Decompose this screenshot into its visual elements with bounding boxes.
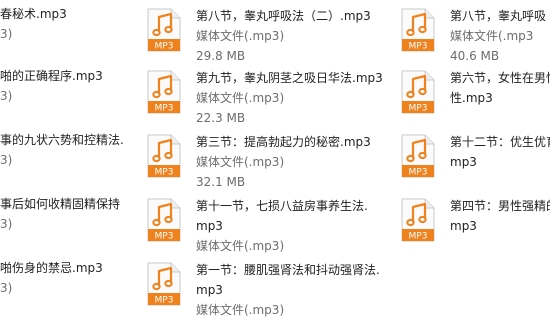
file-name: 第三节：提高勃起力的秘密.mp3 bbox=[196, 135, 371, 149]
mp3-file-icon: MP3 bbox=[146, 8, 182, 52]
file-name: 啪伤身的禁忌.mp3 bbox=[0, 261, 103, 275]
file-name: 第八节，睾丸呼吸 bbox=[450, 9, 547, 23]
svg-text:MP3: MP3 bbox=[409, 104, 428, 114]
svg-text:MP3: MP3 bbox=[409, 42, 428, 52]
mp3-file-icon: MP3 bbox=[400, 8, 436, 52]
file-size: 22.3 MB bbox=[196, 111, 246, 125]
file-name: 春秘术.mp3 bbox=[0, 7, 67, 21]
file-type: 媒体文件(.mp3) bbox=[196, 303, 285, 317]
file-type: 媒体文件(.mp3) bbox=[196, 91, 285, 105]
file-item[interactable]: MP3 第八节，睾丸呼吸法（二）.mp3 媒体文件(.mp3) 29.8 MB bbox=[146, 0, 396, 63]
file-item[interactable]: MP3 第一节：腰肌强肾法和抖动强肾法. mp3 媒体文件(.mp3) bbox=[146, 254, 396, 317]
file-type: 媒体文件(.mp3 bbox=[450, 29, 534, 43]
file-item[interactable]: MP3 第四节：男性强精的 mp3 bbox=[400, 190, 550, 248]
file-name-continued: mp3 bbox=[196, 283, 223, 297]
file-item[interactable]: 事后如何收精固精保持 3) bbox=[0, 190, 140, 248]
file-name: 第十二节：优生优育 bbox=[450, 135, 550, 149]
svg-text:MP3: MP3 bbox=[155, 232, 174, 242]
file-item[interactable]: MP3 第八节，睾丸呼吸 媒体文件(.mp3 40.6 MB bbox=[400, 0, 550, 63]
file-type-partial: 3) bbox=[0, 281, 13, 295]
mp3-file-icon: MP3 bbox=[146, 134, 182, 178]
file-item[interactable]: 春秘术.mp3 3) bbox=[0, 0, 140, 58]
file-name: 第四节：男性强精的 bbox=[450, 199, 550, 213]
file-type: 媒体文件(.mp3) bbox=[196, 239, 285, 253]
file-name-continued: mp3 bbox=[450, 155, 477, 169]
file-item[interactable]: MP3 第九节，睾丸阴茎之吸日华法.mp3 媒体文件(.mp3) 22.3 MB bbox=[146, 62, 396, 125]
file-type-partial: 3) bbox=[0, 217, 13, 231]
svg-text:MP3: MP3 bbox=[155, 104, 174, 114]
file-item[interactable]: MP3 第三节：提高勃起力的秘密.mp3 媒体文件(.mp3) 32.1 MB bbox=[146, 126, 396, 189]
file-name: 啪的正确程序.mp3 bbox=[0, 69, 103, 83]
mp3-file-icon: MP3 bbox=[146, 262, 182, 306]
file-name-continued: 性.mp3 bbox=[450, 91, 493, 105]
mp3-file-icon: MP3 bbox=[400, 70, 436, 114]
file-type-partial: 3) bbox=[0, 89, 13, 103]
file-name: 第八节，睾丸呼吸法（二）.mp3 bbox=[196, 9, 371, 23]
file-name: 第六节，女性在男性 bbox=[450, 71, 550, 85]
file-item[interactable]: MP3 第十二节：优生优育 mp3 bbox=[400, 126, 550, 184]
file-name-continued: mp3 bbox=[196, 219, 223, 233]
file-item[interactable]: MP3 第六节，女性在男性 性.mp3 bbox=[400, 62, 550, 120]
file-name-continued: mp3 bbox=[450, 219, 477, 233]
file-name: 第十一节，七损八益房事养生法. bbox=[196, 199, 368, 213]
file-item[interactable]: 啪的正确程序.mp3 3) bbox=[0, 62, 140, 120]
file-size: 32.1 MB bbox=[196, 175, 246, 189]
file-item[interactable]: MP3 第十一节，七损八益房事养生法. mp3 媒体文件(.mp3) bbox=[146, 190, 396, 253]
mp3-file-icon: MP3 bbox=[146, 198, 182, 242]
svg-text:MP3: MP3 bbox=[409, 232, 428, 242]
file-item[interactable]: 啪伤身的禁忌.mp3 3) bbox=[0, 254, 140, 312]
mp3-file-icon: MP3 bbox=[146, 70, 182, 114]
svg-text:MP3: MP3 bbox=[409, 168, 428, 178]
file-type: 媒体文件(.mp3) bbox=[196, 155, 285, 169]
file-type-partial: 3) bbox=[0, 27, 13, 41]
mp3-file-icon: MP3 bbox=[400, 134, 436, 178]
file-name: 第九节，睾丸阴茎之吸日华法.mp3 bbox=[196, 71, 383, 85]
svg-text:MP3: MP3 bbox=[155, 296, 174, 306]
file-name: 第一节：腰肌强肾法和抖动强肾法. bbox=[196, 263, 380, 277]
file-name: 事的九状六势和控精法. bbox=[0, 133, 124, 147]
file-item[interactable]: 事的九状六势和控精法. 3) bbox=[0, 126, 140, 184]
file-type: 媒体文件(.mp3) bbox=[196, 29, 285, 43]
svg-text:MP3: MP3 bbox=[155, 168, 174, 178]
svg-text:MP3: MP3 bbox=[155, 42, 174, 52]
file-name: 事后如何收精固精保持 bbox=[0, 197, 121, 211]
file-type-partial: 3) bbox=[0, 153, 13, 167]
mp3-file-icon: MP3 bbox=[400, 198, 436, 242]
